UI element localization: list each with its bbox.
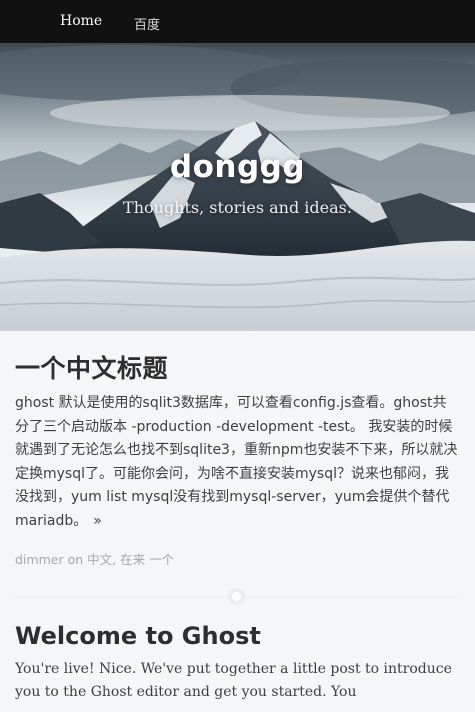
post-title-link[interactable]: 一个中文标题: [15, 352, 460, 386]
nav-baidu-link[interactable]: 百度: [134, 14, 160, 33]
blog-cover-header: donggg Thoughts, stories and ideas.: [0, 43, 475, 331]
mountain-cover-image: [0, 43, 475, 331]
post-meta: dimmer on 中文, 在来 一个: [15, 549, 460, 568]
post-item: 一个中文标题 ghost 默认是使用的sqlit3数据库，可以查看config.…: [15, 352, 460, 568]
blog-title: donggg: [169, 149, 306, 185]
post-excerpt: You're live! Nice. We've put together a …: [15, 661, 452, 700]
read-more-link[interactable]: »: [93, 513, 102, 529]
blog-description: Thoughts, stories and ideas.: [123, 198, 352, 217]
nav-home-link[interactable]: Home: [60, 13, 102, 29]
post-title-link[interactable]: Welcome to Ghost: [15, 620, 460, 652]
post-divider-dot: [228, 588, 245, 605]
post-author-link[interactable]: dimmer: [15, 552, 64, 567]
post-meta-on: on: [67, 552, 84, 567]
post-excerpt-text: ghost 默认是使用的sqlit3数据库，可以查看config.js查看。gh…: [15, 395, 458, 529]
top-navbar: Home 百度: [0, 0, 475, 43]
post-excerpt: ghost 默认是使用的sqlit3数据库，可以查看config.js查看。gh…: [15, 392, 460, 533]
post-item: Welcome to Ghost You're live! Nice. We'v…: [15, 620, 460, 704]
post-tags-link[interactable]: 中文, 在来 一个: [87, 552, 174, 567]
